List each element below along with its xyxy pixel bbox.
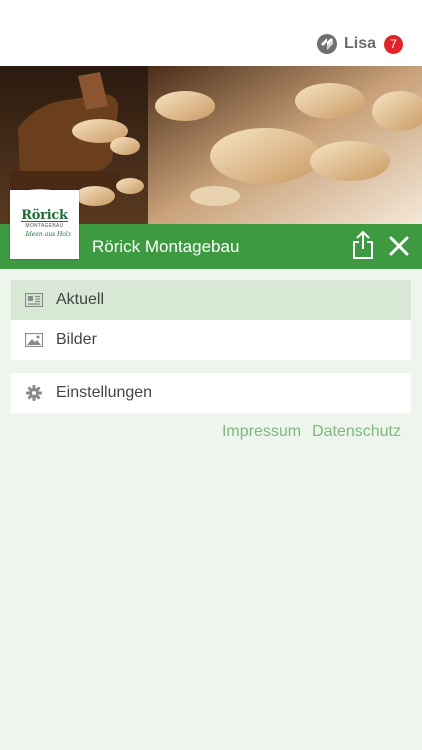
notification-badge[interactable]: 7 xyxy=(384,34,403,54)
menu-item-label: Einstellungen xyxy=(56,384,153,401)
menu-item-bilder[interactable]: Bilder xyxy=(11,320,411,360)
image-icon xyxy=(25,331,43,349)
impressum-link[interactable]: Impressum xyxy=(222,423,301,441)
footer-links: Impressum Datenschutz xyxy=(211,423,401,441)
close-icon[interactable] xyxy=(388,235,410,257)
menu-item-label: Aktuell xyxy=(56,291,105,308)
brand-title: Rörick Montagebau xyxy=(92,237,240,256)
gear-icon xyxy=(25,384,43,402)
app-logo-icon xyxy=(316,34,337,54)
menu-item-einstellungen[interactable]: Einstellungen xyxy=(11,373,411,413)
datenschutz-link[interactable]: Datenschutz xyxy=(312,423,401,441)
primary-menu: Aktuell Bilder xyxy=(11,280,411,360)
menu-item-label: Bilder xyxy=(56,331,97,348)
brand-logo: Rörick MONTAGEBAU Ideen aus Holz xyxy=(10,190,79,259)
brand-logo-subtitle: MONTAGEBAU xyxy=(25,223,64,229)
news-icon xyxy=(25,291,43,309)
top-bar: Lisa 7 xyxy=(0,0,422,66)
share-icon[interactable] xyxy=(351,230,375,260)
secondary-menu: Einstellungen xyxy=(11,373,411,413)
brand-logo-rule xyxy=(21,221,68,222)
menu-item-aktuell[interactable]: Aktuell xyxy=(11,280,411,320)
user-account[interactable]: Lisa 7 xyxy=(316,33,403,55)
brand-logo-tagline: Ideen aus Holz xyxy=(25,231,71,238)
user-name: Lisa xyxy=(343,35,376,52)
